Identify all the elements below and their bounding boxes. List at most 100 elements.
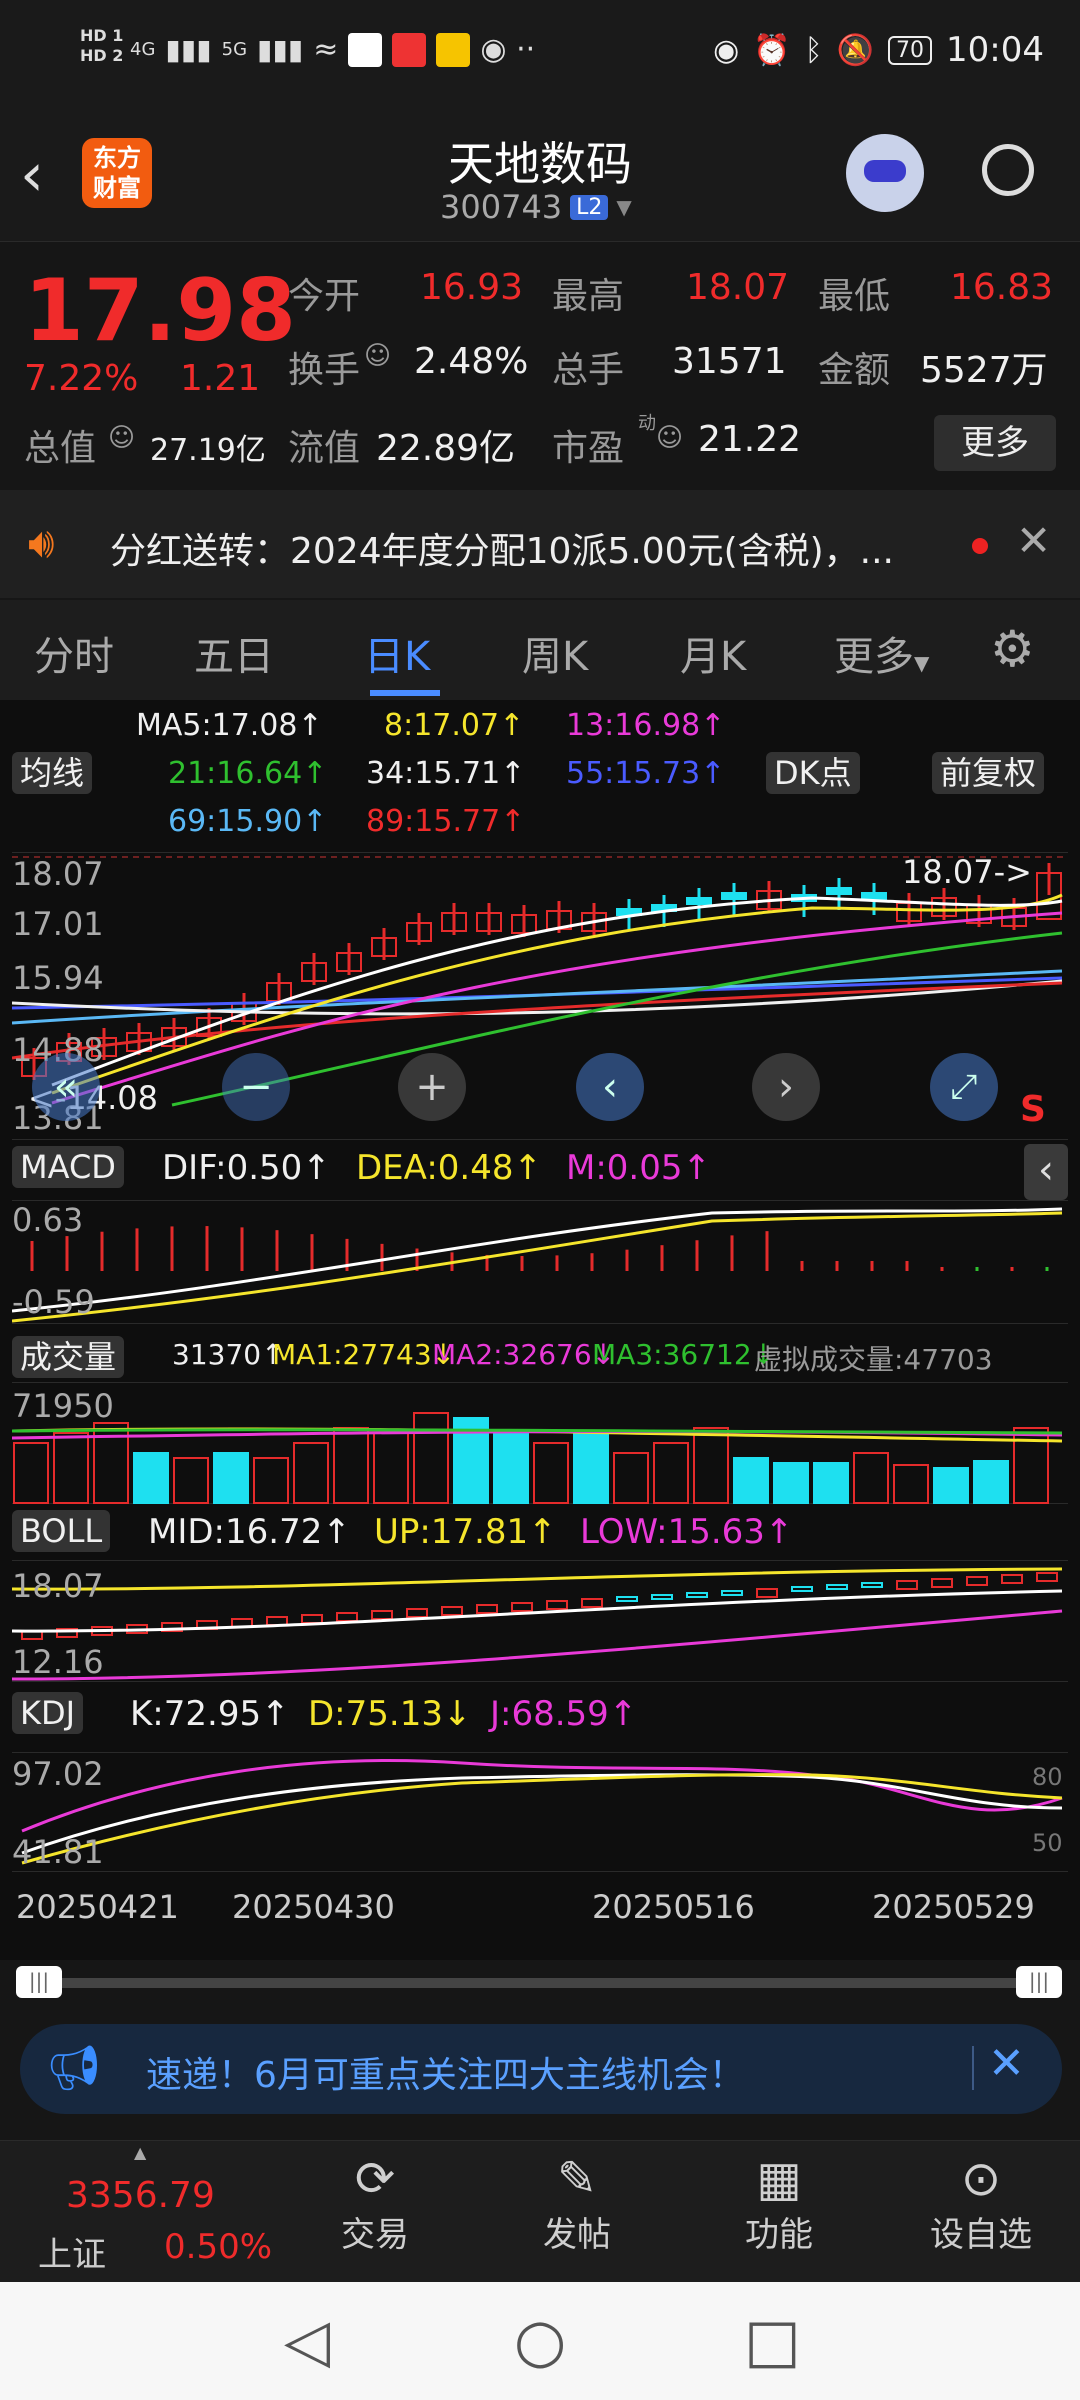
ma34-value: 34:15.71↑ bbox=[366, 756, 526, 791]
y-label: 15.94 bbox=[12, 959, 104, 997]
close-icon[interactable]: ✕ bbox=[1016, 516, 1051, 565]
volume-value: 31571 bbox=[672, 341, 787, 382]
volume-bar bbox=[653, 1442, 689, 1504]
promo-text: 速递！6月可重点关注四大主线机会！ bbox=[146, 2055, 745, 2096]
tab-monthly-k[interactable]: 月K bbox=[680, 624, 746, 682]
volume-selector[interactable]: 成交量 bbox=[12, 1332, 125, 1378]
add-watchlist-button[interactable]: ⊙ 设自选 bbox=[916, 2151, 1046, 2256]
boll-candle bbox=[616, 1596, 638, 1602]
volume-bar bbox=[53, 1432, 89, 1504]
range-handle-left[interactable]: ||| bbox=[16, 1966, 62, 1998]
change-pct: 7.22% bbox=[24, 358, 139, 399]
wifi-icon: ≈ bbox=[313, 32, 339, 67]
y-label: 18.07 bbox=[12, 855, 104, 893]
more-circle-icon: ⊙ bbox=[960, 2151, 1002, 2207]
nav-home-icon[interactable]: ○ bbox=[514, 2306, 566, 2376]
more-button[interactable]: 更多 bbox=[934, 415, 1056, 471]
eye-icon: ◉ bbox=[713, 32, 740, 68]
dea-line bbox=[11, 1211, 1063, 1323]
dif-line bbox=[11, 1207, 1063, 1313]
j-line bbox=[21, 1759, 1063, 1833]
ma21-value: 21:16.64↑ bbox=[168, 756, 328, 791]
index-name[interactable]: 上证 bbox=[38, 2227, 106, 2276]
promo-banner[interactable]: 📢︎ 速递！6月可重点关注四大主线机会！ ✕ bbox=[20, 2024, 1062, 2114]
dividend-notice[interactable]: 🔊︎ 分红送转：2024年度分配10派5.00元(含税)，... ✕ bbox=[0, 490, 1080, 598]
range-slider-track[interactable] bbox=[20, 1978, 1060, 1988]
boll-candle bbox=[1036, 1572, 1058, 1582]
low-label: 最低 bbox=[818, 276, 891, 317]
date-label: 20250421 bbox=[16, 1888, 179, 1926]
range-handle-right[interactable]: ||| bbox=[1016, 1966, 1062, 1998]
trade-button[interactable]: ⟳ 交易 bbox=[310, 2151, 440, 2256]
ma5-value: MA5:17.08↑ bbox=[136, 708, 323, 743]
unread-dot bbox=[972, 538, 988, 554]
volume-bar bbox=[733, 1457, 769, 1504]
functions-button[interactable]: ▦ 功能 bbox=[714, 2151, 844, 2256]
boll-candle bbox=[476, 1604, 498, 1614]
search-icon[interactable] bbox=[982, 144, 1034, 196]
macd-dea: DEA:0.48↑ bbox=[356, 1148, 542, 1188]
nav-back-icon[interactable]: ◁ bbox=[284, 2306, 330, 2376]
boll-selector[interactable]: BOLL bbox=[12, 1510, 111, 1552]
low-value: 16.83 bbox=[950, 267, 1054, 308]
edit-icon: ✎ bbox=[556, 2151, 598, 2207]
boll-candle bbox=[966, 1576, 988, 1586]
speaker-icon: 🔊︎ bbox=[28, 518, 55, 567]
vol-value: 31370↑ bbox=[172, 1338, 285, 1371]
volume-bar bbox=[813, 1462, 849, 1504]
tab-more[interactable]: 更多▼ bbox=[834, 624, 929, 682]
tab-weekly-k[interactable]: 周K bbox=[522, 624, 588, 682]
collapse-arrow-icon[interactable]: ‹ bbox=[1024, 1144, 1068, 1200]
boll-up: UP:17.81↑ bbox=[374, 1512, 557, 1552]
fullscreen-icon[interactable]: ⤢ bbox=[930, 1053, 998, 1121]
boll-candle bbox=[301, 1614, 323, 1624]
robot-avatar-icon[interactable] bbox=[846, 134, 924, 212]
tab-intraday[interactable]: 分时 bbox=[34, 624, 114, 682]
index-value[interactable]: 3356.79 bbox=[66, 2175, 215, 2216]
kdj-selector[interactable]: KDJ bbox=[12, 1692, 84, 1734]
ref-80: 80 bbox=[1032, 1763, 1063, 1791]
macd-selector[interactable]: MACD bbox=[12, 1146, 124, 1188]
zoom-out-icon[interactable]: − bbox=[222, 1053, 290, 1121]
kline-panel[interactable]: 18.07 17.01 15.94 14.88 13.81 18.07-> <-… bbox=[11, 852, 1068, 1140]
stock-code-row[interactable]: 300743 L2 ▼ bbox=[440, 188, 632, 226]
high-value: 18.07 bbox=[686, 267, 790, 308]
post-button[interactable]: ✎ 发帖 bbox=[512, 2151, 642, 2256]
y-label: 17.01 bbox=[12, 905, 104, 943]
volume-panel[interactable]: 71950 bbox=[11, 1382, 1068, 1504]
nav-recents-icon[interactable]: □ bbox=[744, 2306, 801, 2376]
boll-candle bbox=[686, 1592, 708, 1598]
candle bbox=[861, 892, 887, 900]
boll-candle bbox=[336, 1612, 358, 1622]
boll-candle bbox=[1001, 1574, 1023, 1584]
volume-bar bbox=[253, 1457, 289, 1504]
dk-point-button[interactable]: DK点 bbox=[766, 748, 860, 794]
notice-text: 分红送转：2024年度分配10派5.00元(含税)，... bbox=[110, 531, 895, 572]
scroll-left-icon[interactable]: ‹ bbox=[576, 1053, 644, 1121]
bottom-toolbar: ▲ 3356.79 上证 0.50% ⟳ 交易 ✎ 发帖 ▦ 功能 ⊙ 设自选 bbox=[0, 2140, 1080, 2282]
close-icon[interactable]: ✕ bbox=[988, 2038, 1025, 2089]
tab-daily-k[interactable]: 日K bbox=[364, 624, 430, 682]
zoom-in-icon[interactable]: + bbox=[398, 1053, 466, 1121]
chevron-down-icon: ▼ bbox=[616, 195, 632, 219]
adjust-button[interactable]: 前复权 bbox=[932, 748, 1045, 794]
boll-panel[interactable]: 18.07 12.16 bbox=[11, 1560, 1068, 1682]
volume-bar bbox=[373, 1432, 409, 1504]
scroll-left-fast-icon[interactable]: « bbox=[32, 1053, 100, 1121]
volume-bar bbox=[853, 1452, 889, 1504]
volume-bar bbox=[333, 1427, 369, 1504]
system-nav-bar: ◁ ○ □ bbox=[0, 2282, 1080, 2400]
high-label: 最高 bbox=[552, 276, 625, 317]
tab-five-day[interactable]: 五日 bbox=[194, 624, 274, 682]
y-label: 12.16 bbox=[12, 1643, 104, 1681]
kdj-panel[interactable]: 97.02 41.81 80 50 bbox=[12, 1752, 1068, 1872]
settings-gear-icon[interactable]: ⚙ bbox=[990, 620, 1035, 678]
ma-selector[interactable]: 均线 bbox=[12, 748, 93, 794]
scroll-right-icon[interactable]: › bbox=[752, 1053, 820, 1121]
boll-candle bbox=[756, 1588, 778, 1598]
app-icon bbox=[436, 32, 471, 67]
macd-panel[interactable]: 0.63 -0.59 bbox=[11, 1200, 1068, 1324]
boll-svg bbox=[11, 1567, 1063, 1681]
index-pct[interactable]: 0.50% bbox=[164, 2227, 272, 2267]
kdj-j: J:68.59↑ bbox=[490, 1694, 638, 1734]
